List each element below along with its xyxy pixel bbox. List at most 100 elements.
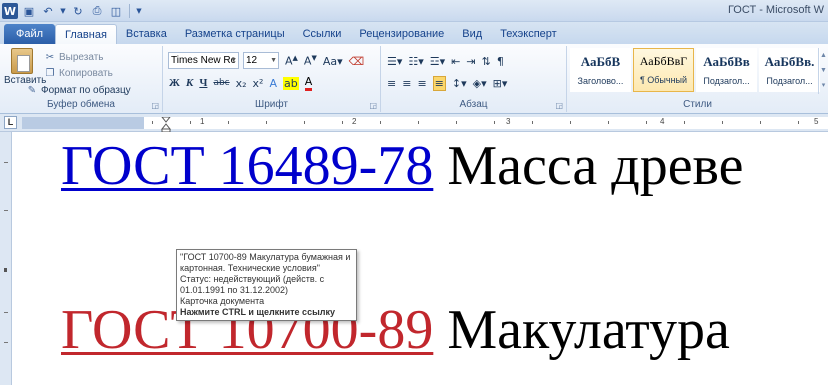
document-page[interactable]: ГОСТ 16489-78 Масса древе ГОСТ 10700-89 … — [13, 132, 828, 385]
tab-references[interactable]: Ссылки — [294, 24, 351, 44]
tab-page-layout[interactable]: Разметка страницы — [176, 24, 294, 44]
chevron-down-icon: ▼ — [270, 57, 277, 64]
underline-icon[interactable]: Ч — [199, 77, 207, 89]
tab-home[interactable]: Главная — [55, 24, 117, 44]
italic-icon[interactable]: К — [186, 77, 193, 89]
align-left-icon[interactable]: ≡ — [387, 77, 396, 90]
dialog-launcher-icon[interactable]: ◲ — [555, 100, 563, 112]
word-logo-icon[interactable]: W — [2, 3, 18, 19]
subscript-icon[interactable]: x₂ — [236, 77, 247, 90]
document-line-2: ГОСТ 10700-89 Макулатура — [61, 302, 730, 358]
clipboard-label-text: Буфер обмена — [47, 99, 115, 110]
style-preview: АаБбВвГ — [639, 54, 688, 68]
vertical-ruler[interactable] — [0, 132, 12, 385]
numbering-icon[interactable]: ☷▾ — [408, 55, 423, 68]
font-family-select[interactable]: Times New Rc ▼ — [168, 52, 239, 69]
print-preview-icon[interactable]: ◫ — [108, 3, 124, 19]
more-styles-icon[interactable]: ▾ — [819, 78, 828, 93]
ruler-tick — [342, 121, 343, 124]
tab-techexpert[interactable]: Техэксперт — [491, 24, 566, 44]
font-family-value: Times New Rc — [171, 55, 236, 66]
style-preview: АаБбВв. — [764, 54, 815, 69]
font-size-select[interactable]: 12 ▼ — [243, 52, 279, 69]
font-group-label: Шрифт ◲ — [163, 99, 380, 112]
tab-selector[interactable]: L — [4, 116, 17, 129]
style-subtitle-2[interactable]: АаБбВв. Подзагол... — [759, 48, 820, 92]
clipboard-icon — [11, 48, 33, 74]
print-icon[interactable]: ⎙ — [89, 3, 105, 19]
tooltip-title: "ГОСТ 10700-89 Макулатура бумажная и кар… — [180, 252, 351, 273]
tab-review[interactable]: Рецензирование — [350, 24, 453, 44]
document-text: Масса древе — [433, 135, 744, 197]
link-tooltip: "ГОСТ 10700-89 Макулатура бумажная и кар… — [176, 249, 357, 321]
undo-icon[interactable]: ↶ — [40, 3, 56, 19]
font-label-text: Шрифт — [255, 99, 288, 110]
tab-insert[interactable]: Вставка — [117, 24, 176, 44]
tab-view[interactable]: Вид — [453, 24, 491, 44]
tooltip-hint: Нажмите CTRL и щелкните ссылку — [180, 307, 335, 317]
font-size-value: 12 — [246, 55, 258, 66]
gost-16489-link[interactable]: ГОСТ 16489-78 — [61, 135, 433, 197]
ruler-number: 1 — [200, 117, 205, 126]
style-normal[interactable]: АаБбВвГ ¶ Обычный — [633, 48, 694, 92]
save-icon[interactable]: ▣ — [21, 3, 37, 19]
shrink-font-icon[interactable]: A▼ — [304, 54, 317, 68]
customize-qat-icon[interactable]: ▼ — [135, 3, 143, 19]
ruler-tick — [760, 121, 761, 124]
align-center-icon[interactable]: ≡ — [402, 77, 411, 90]
ruler-tick — [646, 121, 647, 124]
horizontal-ruler[interactable]: 1 2 3 4 5 — [22, 117, 828, 133]
style-subtitle[interactable]: АаБбВв Подзагол... — [696, 48, 757, 92]
style-preview: АаБбВ — [580, 54, 621, 69]
bullets-icon[interactable]: ☰▾ — [387, 55, 402, 68]
increase-indent-icon[interactable]: ⇥ — [466, 55, 475, 68]
redo-icon[interactable]: ↻ — [70, 3, 86, 19]
grow-font-icon[interactable]: A▲ — [285, 54, 298, 68]
styles-gallery: АаБбВ Заголово... АаБбВвГ ¶ Обычный АаБб… — [570, 48, 820, 94]
chevron-up-icon[interactable]: ▲ — [819, 48, 828, 63]
change-case-icon[interactable]: Aa▾ — [323, 55, 343, 68]
styles-label-text: Стили — [683, 99, 712, 110]
copy-label: Копировать — [59, 68, 113, 79]
format-painter-button[interactable]: ✎ Формат по образцу — [26, 83, 131, 98]
superscript-icon[interactable]: x² — [253, 77, 264, 90]
style-heading1[interactable]: АаБбВ Заголово... — [570, 48, 631, 92]
chevron-down-icon[interactable]: ▼ — [819, 63, 828, 78]
style-name: ¶ Обычный — [639, 75, 688, 85]
cut-button[interactable]: ✂ Вырезать — [44, 50, 104, 65]
styles-group-label: Стили — [567, 99, 828, 112]
align-right-icon[interactable]: ≡ — [417, 77, 426, 90]
multilevel-list-icon[interactable]: ☲▾ — [430, 55, 445, 68]
borders-icon[interactable]: ⊞▾ — [493, 77, 508, 90]
styles-gallery-scroll[interactable]: ▲ ▼ ▾ — [818, 48, 828, 94]
dropdown-icon[interactable]: ▼ — [59, 3, 67, 19]
ruler-tick — [304, 121, 305, 124]
ruler-tick — [152, 121, 153, 124]
decrease-indent-icon[interactable]: ⇤ — [451, 55, 460, 68]
dialog-launcher-icon[interactable]: ◲ — [369, 100, 377, 112]
window-title: ГОСТ - Microsoft W — [727, 4, 824, 16]
pilcrow-icon[interactable]: ¶ — [497, 55, 504, 68]
bold-icon[interactable]: Ж — [169, 77, 180, 89]
clipboard-group: Вставить ✂ Вырезать ❐ Копировать ✎ Форма… — [0, 46, 163, 112]
strikethrough-icon[interactable]: abc — [213, 78, 229, 88]
style-preview: АаБбВв — [703, 54, 750, 69]
copy-button[interactable]: ❐ Копировать — [44, 66, 113, 81]
ruler-tick — [570, 121, 571, 124]
qat-separator — [129, 4, 130, 18]
font-color-icon[interactable]: A — [304, 75, 313, 91]
tooltip-card: Карточка документа — [180, 296, 265, 306]
tab-file[interactable]: Файл — [4, 24, 56, 44]
indent-marker-icon[interactable] — [161, 117, 171, 133]
sort-icon[interactable]: ⇅ — [482, 55, 491, 68]
line-spacing-icon[interactable]: ↕▾ — [452, 77, 467, 90]
dialog-launcher-icon[interactable]: ◲ — [151, 100, 159, 112]
quick-access-toolbar: W ▣ ↶ ▼ ↻ ⎙ ◫ ▼ — [2, 2, 143, 20]
clear-format-icon[interactable]: ⌫ — [349, 55, 365, 68]
ruler-tick — [684, 121, 685, 124]
scissors-icon: ✂ — [45, 52, 55, 63]
justify-icon[interactable]: ≡ — [432, 75, 446, 91]
highlight-icon[interactable]: ab — [283, 76, 299, 90]
text-effects-icon[interactable]: A — [269, 77, 277, 90]
shading-icon[interactable]: ◈▾ — [473, 77, 487, 90]
